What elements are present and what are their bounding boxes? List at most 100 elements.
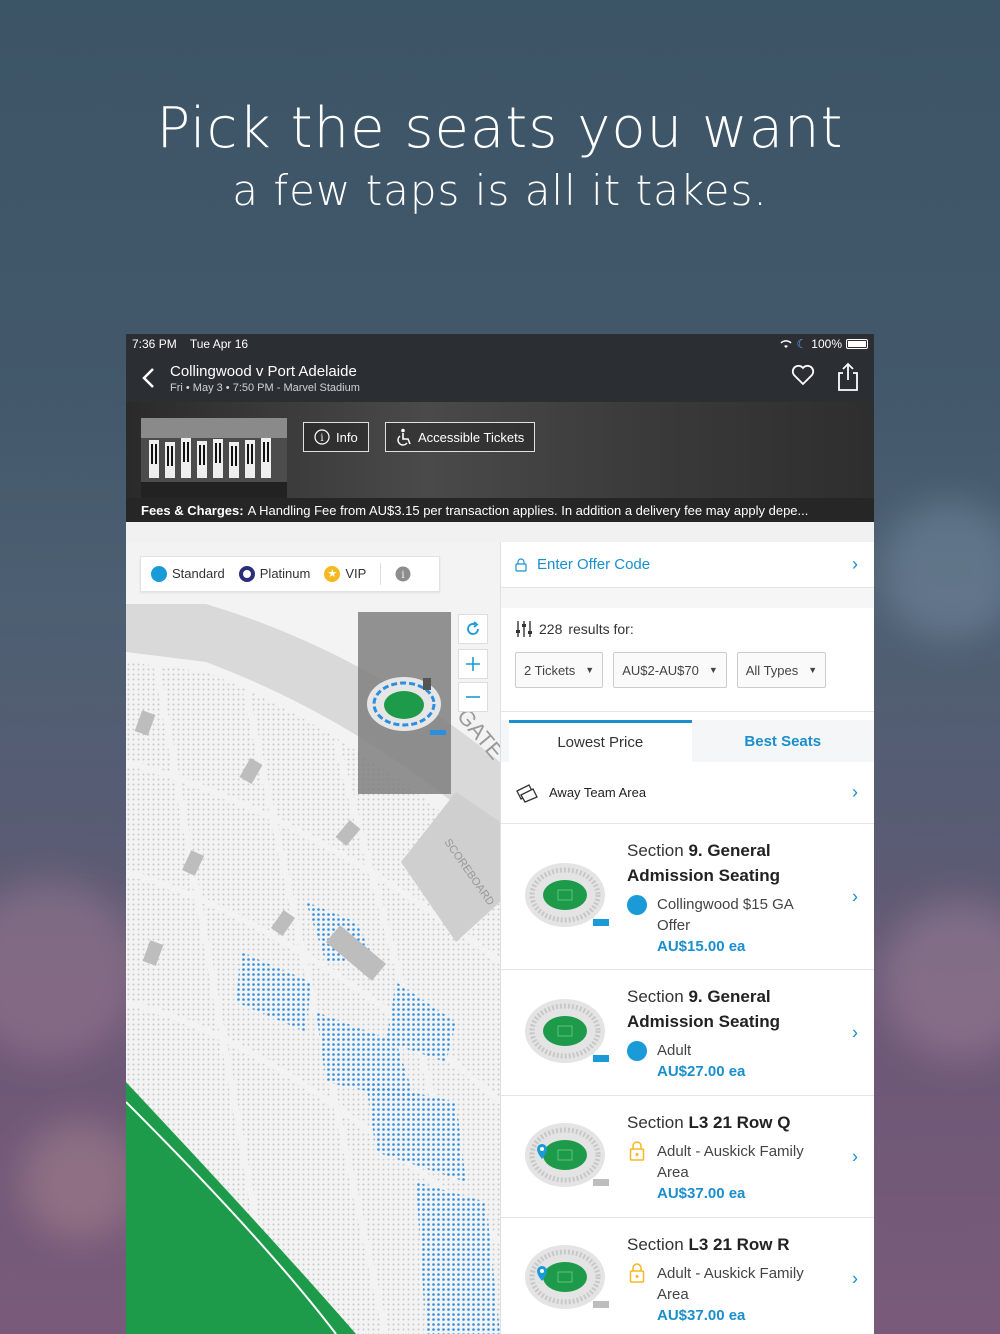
listing-ticket-type: Adult - Auskick Family Area — [627, 1263, 824, 1305]
area-label: Away Team Area — [549, 785, 647, 800]
info-icon: i — [314, 429, 330, 445]
chevron-right-icon: › — [852, 886, 858, 906]
caret-down-icon: ▼ — [585, 665, 595, 675]
back-icon[interactable] — [126, 354, 170, 402]
fees-label: Fees & Charges: — [141, 502, 244, 518]
plus-icon — [466, 657, 480, 671]
listing-section: Section L3 21 Row R — [627, 1235, 790, 1254]
listing-section: Section L3 21 Row Q — [627, 1113, 791, 1132]
chevron-right-icon: › — [852, 782, 858, 802]
standard-dot-icon — [627, 895, 647, 915]
tickets-icon — [516, 783, 538, 803]
offer-code-row[interactable]: Enter Offer Code › — [501, 542, 874, 588]
stadium-thumbnail — [525, 862, 609, 927]
zoom-in-button[interactable] — [458, 649, 488, 679]
away-team-area-row[interactable]: Away Team Area › — [501, 762, 874, 824]
sort-tabs: Lowest Price Best Seats — [501, 720, 874, 762]
price-filter[interactable]: AU$2-AU$70 ▼ — [613, 652, 727, 688]
stadium-thumbnail — [525, 1244, 609, 1309]
promo-headline: Pick the seats you want — [156, 96, 844, 161]
results-count: 228 — [539, 621, 563, 637]
minus-icon — [466, 696, 480, 698]
nav-bar: Collingwood v Port Adelaide Fri • May 3 … — [126, 354, 874, 402]
reset-map-button[interactable] — [458, 614, 488, 644]
battery-icon — [846, 339, 868, 349]
listing-price: AU$27.00 ea — [657, 1063, 746, 1080]
tickets-filter[interactable]: 2 Tickets ▼ — [515, 652, 604, 688]
bokeh-light — [880, 500, 1000, 640]
listing-section: Section 9. General Admission Seating — [627, 841, 781, 885]
caret-down-icon: ▼ — [708, 665, 718, 675]
legend-standard[interactable]: Standard — [151, 566, 225, 583]
chevron-right-icon: › — [852, 1022, 858, 1042]
legend-divider — [380, 563, 382, 585]
chevron-right-icon: › — [852, 554, 858, 574]
status-date: Tue Apr 16 — [189, 337, 249, 351]
svg-text:i: i — [402, 570, 405, 581]
listing-price: AU$15.00 ea — [657, 938, 746, 955]
fees-text: A Handling Fee from AU$3.15 per transact… — [247, 502, 809, 518]
stadium-thumbnail — [525, 1122, 609, 1187]
status-time: 7:36 PM — [132, 337, 177, 351]
bokeh-light — [0, 880, 140, 1060]
stadium-map-graphic: SCOREBOARD GATE — [126, 542, 500, 1334]
zoom-out-button[interactable] — [458, 682, 488, 712]
sliders-icon[interactable] — [515, 620, 533, 638]
results-panel: Enter Offer Code › 228 results for: 2 Ti… — [500, 542, 874, 1334]
bokeh-light — [880, 900, 1000, 1060]
legend-vip[interactable]: ★ VIP — [324, 566, 366, 583]
lock-icon — [515, 557, 527, 572]
accessible-tickets-button[interactable]: Accessible Tickets — [385, 422, 536, 452]
listing-row[interactable]: Section 9. General Admission Seating Coll… — [501, 824, 874, 970]
legend-info-icon[interactable]: i — [395, 566, 411, 582]
share-icon[interactable] — [836, 362, 860, 392]
refresh-icon — [467, 621, 479, 635]
listing-row[interactable]: Section L3 21 Row Q Adult - Auskick Famil… — [501, 1096, 874, 1218]
listing-ticket-type: Adult — [627, 1040, 824, 1061]
stadium-thumbnail — [525, 998, 609, 1063]
tab-lowest-price[interactable]: Lowest Price — [509, 720, 692, 762]
event-subtitle: Fri • May 3 • 7:50 PM - Marvel Stadium — [170, 381, 360, 394]
map-legend: Standard Platinum ★ VIP i — [140, 556, 440, 592]
info-button[interactable]: i Info — [303, 422, 369, 452]
tab-best-seats[interactable]: Best Seats — [692, 720, 875, 762]
battery-level: 100% — [811, 337, 842, 351]
accessible-label: Accessible Tickets — [418, 429, 525, 445]
event-hero: i Info Accessible Tickets Fees & Charges… — [126, 402, 874, 522]
moon-icon: ☾ — [796, 337, 808, 351]
listing-row[interactable]: Section 9. General Admission Seating Adul… — [501, 970, 874, 1096]
status-bar: 7:36 PM Tue Apr 16 ☾ 100% — [126, 334, 874, 354]
results-text: results for: — [568, 621, 634, 637]
legend-platinum[interactable]: Platinum — [238, 566, 310, 583]
wifi-icon — [779, 340, 792, 348]
type-filter[interactable]: All Types ▼ — [736, 652, 827, 688]
filter-box: 228 results for: 2 Tickets ▼ AU$2-AU$70 ▼ … — [501, 608, 874, 712]
panel-spacer — [501, 588, 874, 608]
listing-row[interactable]: Section L3 21 Row R Adult - Auskick Famil… — [501, 1218, 874, 1334]
listing-ticket-type: Collingwood $15 GA Offer — [627, 894, 824, 936]
chevron-right-icon: › — [852, 1268, 858, 1288]
listing-ticket-type: Adult - Auskick Family Area — [627, 1141, 824, 1183]
heart-icon[interactable] — [790, 362, 816, 388]
platinum-dot-icon — [238, 566, 255, 583]
event-photo — [141, 418, 287, 498]
event-title: Collingwood v Port Adelaide — [170, 362, 357, 380]
info-label: Info — [336, 429, 358, 445]
listing-price: AU$37.00 ea — [657, 1307, 746, 1324]
promo-subheadline: a few taps is all it takes. — [232, 166, 768, 215]
standard-dot-icon — [151, 566, 167, 583]
wheelchair-icon — [397, 428, 411, 446]
fees-banner: Fees & Charges: A Handling Fee from AU$3… — [126, 498, 874, 522]
standard-dot-icon — [627, 1041, 647, 1061]
lock-icon — [629, 1263, 645, 1283]
vip-star-icon: ★ — [324, 566, 341, 583]
lock-icon — [629, 1141, 645, 1161]
listing-price: AU$37.00 ea — [657, 1185, 746, 1202]
listing-section: Section 9. General Admission Seating — [627, 987, 781, 1031]
offer-code-label: Enter Offer Code — [537, 556, 651, 573]
svg-text:i: i — [320, 433, 323, 444]
seat-map[interactable]: SCOREBOARD GATE Standard Platinum ★ VIP i — [126, 542, 500, 1334]
caret-down-icon: ▼ — [808, 665, 818, 675]
bokeh-light — [20, 1120, 140, 1240]
chevron-right-icon: › — [852, 1146, 858, 1166]
